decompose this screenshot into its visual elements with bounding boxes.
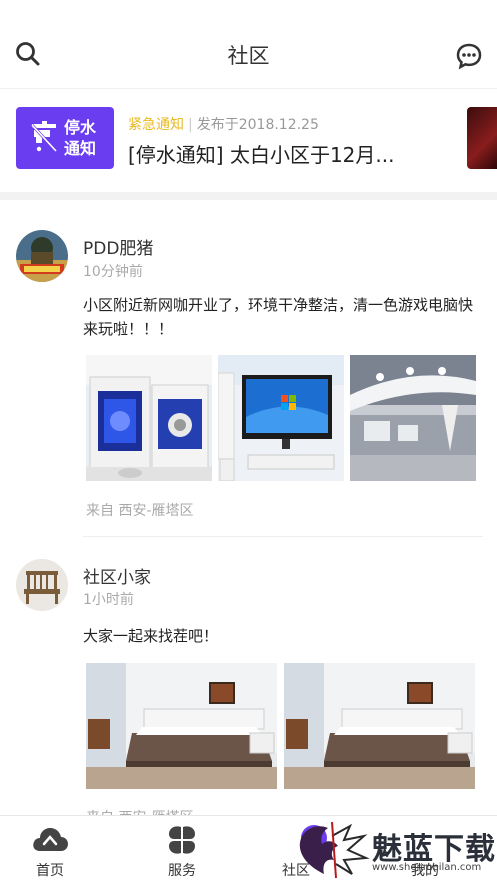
watermark: 魅蓝下载 www.shenmeilan.com (292, 818, 497, 883)
tab-home-label: 首页 (36, 863, 64, 879)
watermark-url: www.shenmeilan.com (372, 862, 482, 873)
post-time: 10分钟前 (83, 264, 143, 280)
dragon-logo-icon (299, 821, 370, 879)
notice-headline[interactable]: [停水通知] 太白小区于12月... (128, 139, 413, 168)
tab-home[interactable]: 首页 (0, 816, 100, 883)
post-author[interactable]: 社区小家 (83, 563, 151, 588)
post-text: 大家一起来找茬吧！ (83, 627, 219, 645)
post-image[interactable] (350, 355, 476, 481)
tab-service-label: 服务 (168, 863, 196, 879)
post-location: 来自 西安-雁塔区 (86, 503, 194, 519)
notice-tag: 紧急通知 (128, 117, 184, 133)
notice-meta: 紧急通知 | 发布于2018.12.25 (128, 114, 319, 134)
page-title: 社区 (227, 44, 270, 68)
post-card[interactable]: 社区小家 1小时前 大家一起来找茬吧！ (0, 535, 497, 826)
next-notice-thumbnail[interactable] (467, 107, 497, 169)
cloud-icon (33, 828, 68, 851)
notice-banner[interactable]: 停水通知 紧急通知 | 发布于2018.12.25 [停水通知] 太白小区于12月.… (0, 88, 497, 192)
post-card[interactable]: PDD肥猪 10分钟前 小区附近新网咖开业了，环境干净整洁，清一色游戏电脑快来玩… (0, 200, 497, 537)
post-image[interactable] (218, 355, 344, 481)
notice-badge-label: 停水通知 (64, 118, 97, 158)
tab-service[interactable]: 服务 (132, 816, 232, 883)
faucet-icon (30, 121, 58, 153)
clover-icon (169, 826, 195, 854)
avatar[interactable] (16, 559, 68, 611)
section-divider (0, 192, 497, 200)
notice-badge: 停水通知 (16, 107, 114, 169)
post-image[interactable] (86, 663, 277, 789)
post-image[interactable] (284, 663, 475, 789)
post-image[interactable] (86, 355, 212, 481)
post-author[interactable]: PDD肥猪 (83, 234, 153, 259)
chat-icon[interactable] (455, 42, 483, 70)
notice-date: 发布于2018.12.25 (196, 117, 319, 133)
notice-separator: | (188, 117, 193, 133)
post-text: 小区附近新网咖开业了，环境干净整洁，清一色游戏电脑快来玩啦！！！ (83, 296, 474, 338)
top-bar: 社区 (0, 0, 497, 88)
avatar[interactable] (16, 230, 68, 282)
post-time: 1小时前 (83, 592, 134, 608)
